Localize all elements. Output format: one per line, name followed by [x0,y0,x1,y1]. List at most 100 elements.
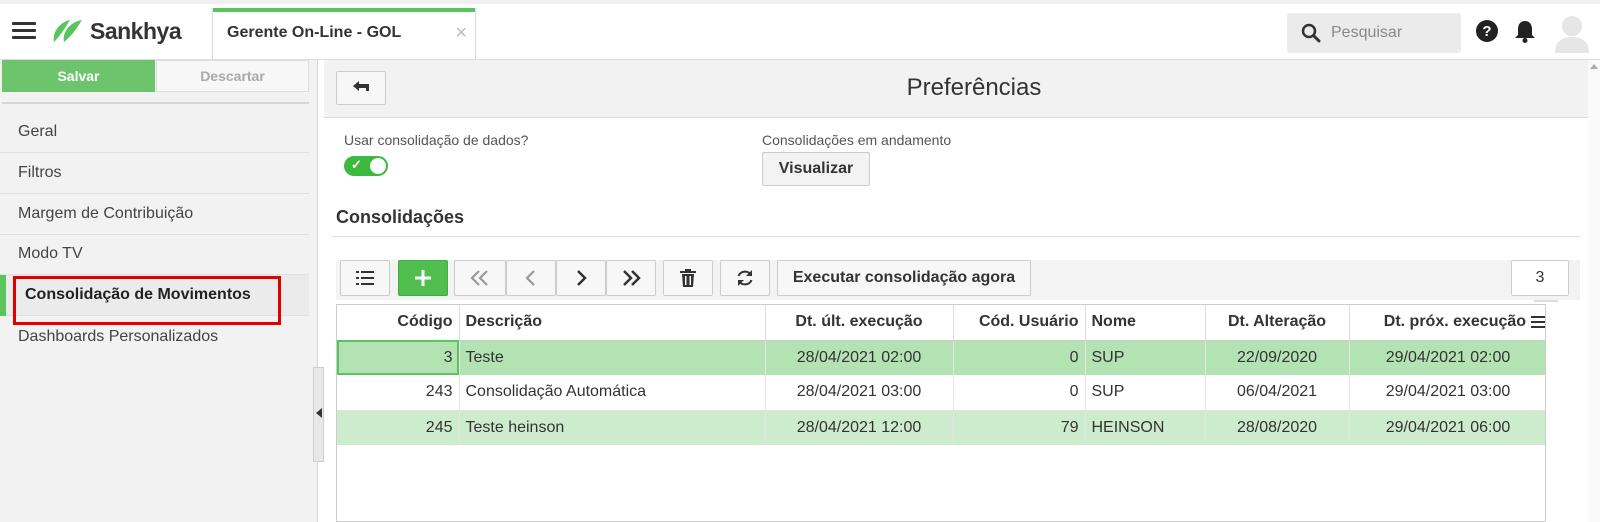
column-header-descricao[interactable]: Descrição [459,305,766,341]
cell-dt-alteracao[interactable]: 28/08/2020 [1205,410,1350,445]
cell-dt-ult-execucao[interactable]: 28/04/2021 03:00 [765,375,954,411]
cell-dt-alteracao[interactable]: 06/04/2021 [1205,375,1350,411]
list-view-button[interactable] [340,260,390,296]
delete-button[interactable] [663,260,713,296]
last-page-button[interactable] [606,260,656,296]
sidebar-item-modo-tv[interactable]: Modo TV [0,234,309,275]
tab-label: Gerente On-Line - GOL [227,24,402,41]
sidebar-item-label: Margem de Contribuição [18,205,194,222]
sankhya-logo[interactable]: Sankhya [50,16,182,46]
help-icon[interactable]: ? [1476,20,1498,42]
cell-dt-ult-execucao[interactable]: 28/04/2021 02:00 [765,340,954,375]
chevron-right-icon [577,270,587,286]
use-consolidation-label: Usar consolidação de dados? [344,132,529,148]
sidebar-item-label: Dashboards Personalizados [18,327,219,345]
table-row[interactable]: 245 Teste heinson 28/04/2021 12:00 79 HE… [337,410,1545,445]
column-header-dt-prox-execucao[interactable]: Dt. próx. execução [1349,305,1545,341]
cell-descricao[interactable]: Consolidação Automática [459,375,766,411]
table-row[interactable]: 243 Consolidação Automática 28/04/2021 0… [337,375,1545,411]
sidebar-item-filtros[interactable]: Filtros [0,153,309,194]
refresh-icon [737,270,753,286]
view-button[interactable]: Visualizar [762,152,870,186]
cell-codigo[interactable]: 3 [337,340,460,375]
chevron-double-left-icon [470,270,488,286]
column-header-dt-alteracao[interactable]: Dt. Alteração [1205,305,1350,341]
previous-page-button[interactable] [506,260,556,296]
table-header-row: Código Descrição Dt. últ. execução Cód. … [337,305,1545,341]
column-header-nome[interactable]: Nome [1085,305,1206,341]
cell-dt-ult-execucao[interactable]: 28/04/2021 12:00 [765,410,954,445]
sidebar-item-margem[interactable]: Margem de Contribuição [0,194,309,235]
cell-nome[interactable]: SUP [1085,375,1206,411]
cell-descricao[interactable]: Teste [459,340,766,375]
search-box[interactable] [1287,13,1461,53]
tab-active-indicator [213,8,475,12]
sidebar-item-geral[interactable]: Geral [0,112,309,153]
divider [2,102,309,104]
add-button[interactable] [398,260,448,296]
menu-icon[interactable] [12,22,36,40]
column-header-label: Dt. próx. execução [1383,313,1527,331]
svg-text:?: ? [1482,23,1491,40]
sankhya-leaf-icon [53,20,82,42]
cell-cod-usuario[interactable]: 0 [953,375,1086,411]
tab-gerente-online[interactable]: Gerente On-Line - GOL × [212,8,476,60]
cell-dt-prox-execucao[interactable]: 29/04/2021 03:00 [1349,375,1545,411]
bell-icon[interactable] [1514,19,1536,43]
table-row[interactable]: 3 Teste 28/04/2021 02:00 0 SUP 22/09/202… [337,340,1545,375]
execute-consolidation-button[interactable]: Executar consolidação agora [777,260,1031,296]
avatar[interactable] [1553,13,1591,53]
page-title: Preferências [906,74,1042,101]
sidebar: Salvar Descartar Geral Filtros Margem de… [0,60,318,522]
scroll-up-icon[interactable] [1590,64,1598,69]
top-line [0,0,1600,4]
use-consolidation-toggle[interactable]: ✓ [344,156,388,176]
grid-toolbar: Executar consolidação agora 3 [336,260,1580,302]
close-icon[interactable]: × [455,22,467,45]
vertical-scrollbar[interactable] [1588,60,1600,522]
divider [332,236,1580,237]
sidebar-item-label: Modo TV [18,245,83,262]
save-button[interactable]: Salvar [2,60,155,92]
chevron-double-right-icon [623,270,641,286]
search-input[interactable] [1331,21,1451,45]
search-icon [1301,23,1321,43]
sidebar-item-label: Geral [18,123,58,140]
cell-descricao[interactable]: Teste heinson [459,410,766,445]
first-page-button[interactable] [454,260,506,296]
check-icon: ✓ [351,157,362,172]
cell-nome[interactable]: HEINSON [1085,410,1206,445]
main-content: Preferências Usar consolidação de dados?… [324,60,1588,522]
app-name: Sankhya [90,17,182,44]
section-title: Consolidações [336,207,465,227]
cell-dt-prox-execucao[interactable]: 29/04/2021 02:00 [1349,340,1545,375]
sidebar-item-label: Consolidação de Movimentos [25,286,251,303]
active-indicator [0,275,6,316]
cell-dt-alteracao[interactable]: 22/09/2020 [1205,340,1350,375]
in-progress-label: Consolidações em andamento [762,132,952,148]
sidebar-item-dashboards[interactable]: Dashboards Personalizados [0,316,309,357]
divider [1534,300,1558,302]
cell-codigo[interactable]: 245 [337,410,460,445]
plus-icon [415,270,431,286]
cell-dt-prox-execucao[interactable]: 29/04/2021 06:00 [1349,410,1545,445]
column-header-dt-ult-execucao[interactable]: Dt. últ. execução [765,305,954,341]
chevron-left-icon [316,408,322,418]
column-menu-icon[interactable] [1530,315,1545,329]
cell-cod-usuario[interactable]: 0 [953,340,1086,375]
discard-button[interactable]: Descartar [156,60,309,92]
consolidations-grid: Código Descrição Dt. últ. execução Cód. … [336,304,1546,522]
sidebar-item-consolidacao[interactable]: Consolidação de Movimentos [0,275,309,316]
sidebar-collapse-handle[interactable] [313,367,324,462]
cell-codigo[interactable]: 243 [337,375,460,411]
cell-nome[interactable]: SUP [1085,340,1206,375]
next-page-button[interactable] [556,260,606,296]
list-icon [356,271,374,285]
column-header-cod-usuario[interactable]: Cód. Usuário [953,305,1086,341]
column-header-codigo[interactable]: Código [337,305,460,341]
refresh-button[interactable] [720,260,770,296]
page-header: Preferências [324,60,1588,118]
toggle-knob [370,158,386,174]
cell-cod-usuario[interactable]: 79 [953,410,1086,445]
trash-icon [680,269,696,287]
